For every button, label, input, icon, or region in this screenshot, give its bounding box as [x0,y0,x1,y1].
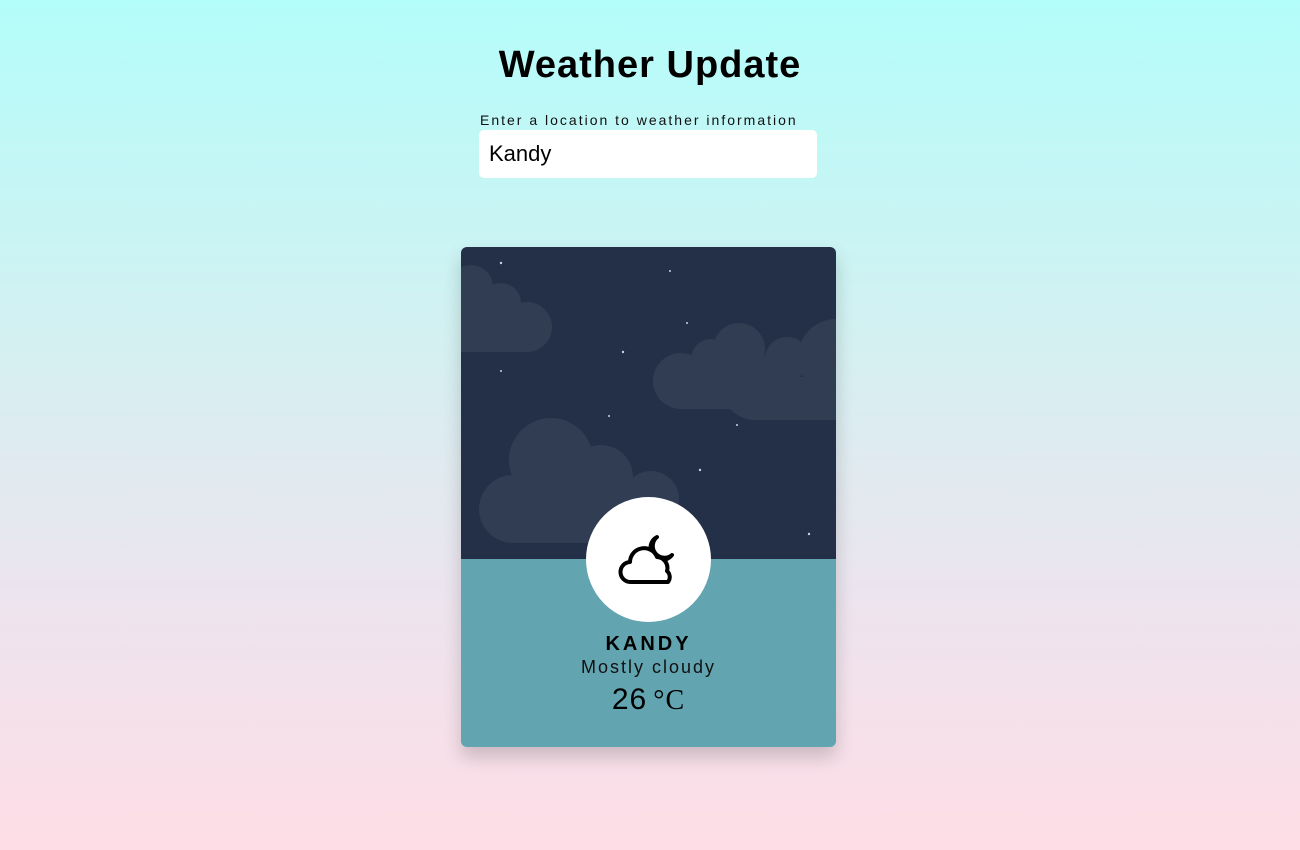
weather-card: KANDY Mostly cloudy 26 °C [461,247,836,747]
cloud-shape [461,265,552,352]
cloud-moon-icon [618,534,674,584]
page-title: Weather Update [498,44,802,86]
temperature-value: 26 [611,683,648,716]
temperature-readout: 26 °C [461,683,836,717]
temperature-unit: °C [653,685,686,716]
location-input[interactable] [479,130,817,178]
city-name: KANDY [605,633,692,655]
location-label: Enter a location to weather information [480,112,798,128]
weather-description: Mostly cloudy [580,657,717,677]
weather-icon-badge [586,497,711,622]
